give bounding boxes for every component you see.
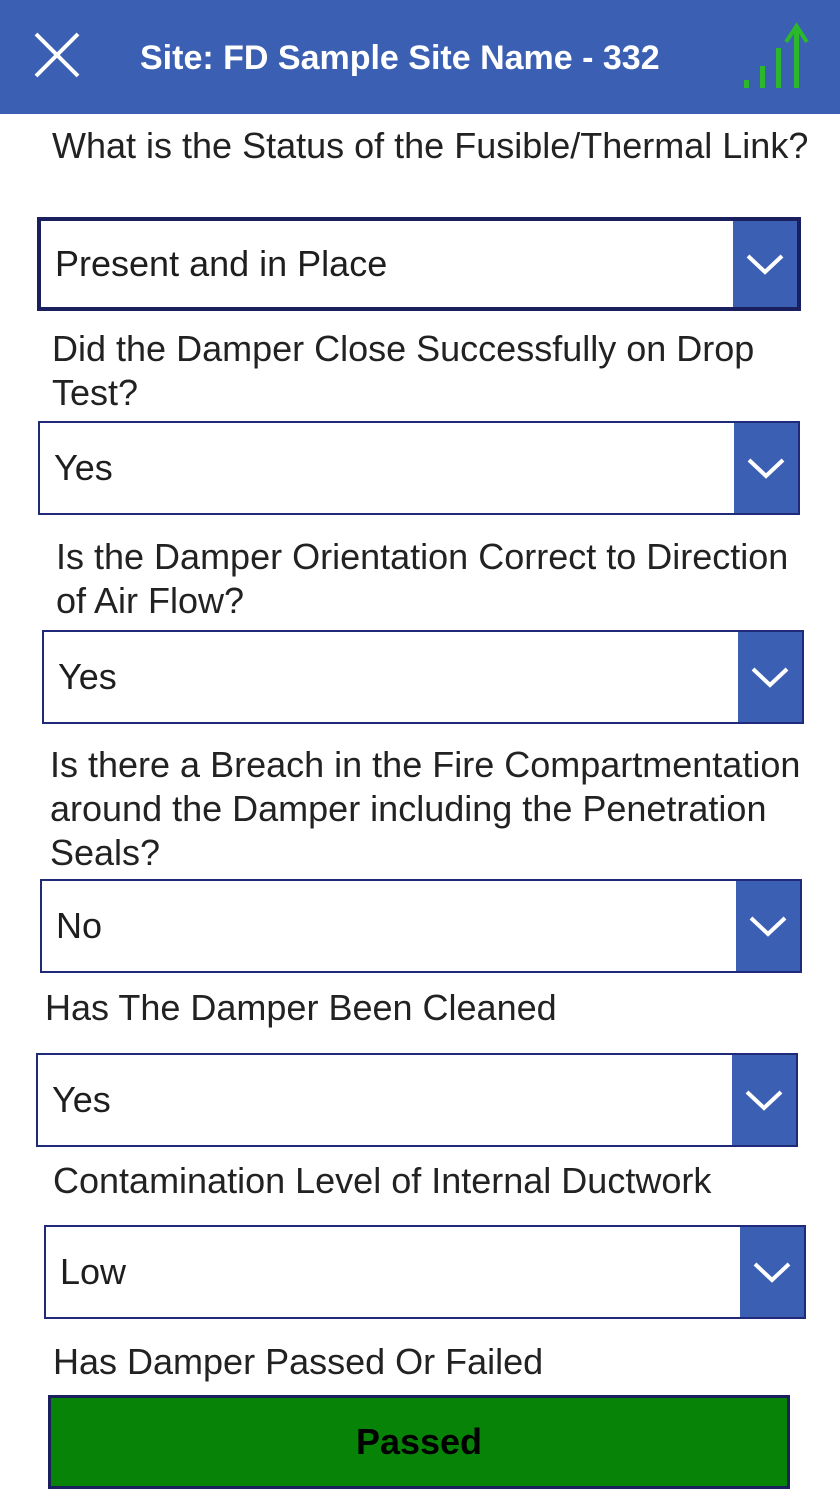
sync-button[interactable] — [738, 20, 822, 92]
chevron-down-icon — [749, 916, 787, 937]
dropdown-value: Low — [60, 1251, 127, 1292]
fusible-link-status-dropdown[interactable]: Present and in Place — [37, 217, 801, 311]
question-drop-test-label: Did the Damper Close Successfully on Dro… — [52, 328, 755, 413]
dropdown-toggle[interactable] — [736, 881, 800, 971]
drop-test-dropdown[interactable]: Yes — [38, 421, 800, 515]
close-button[interactable] — [30, 28, 84, 82]
dropdown-value: Yes — [54, 447, 113, 488]
signal-upload-icon — [744, 22, 809, 88]
close-icon — [34, 32, 80, 78]
question-orientation-label: Is the Damper Orientation Correct to Dir… — [56, 536, 789, 621]
chevron-down-icon — [746, 254, 784, 275]
dropdown-value: Present and in Place — [55, 243, 388, 284]
dropdown-value: Yes — [58, 656, 117, 697]
pass-fail-button[interactable]: Passed — [48, 1395, 790, 1489]
chevron-down-icon — [747, 458, 785, 479]
question-contamination-label: Contamination Level of Internal Ductwork — [53, 1160, 712, 1201]
breach-dropdown[interactable]: No — [40, 879, 802, 973]
question-breach-label: Is there a Breach in the Fire Compartmen… — [50, 744, 801, 873]
question-fusible-link-label: What is the Status of the Fusible/Therma… — [52, 125, 809, 166]
dropdown-value: No — [56, 905, 103, 946]
question-cleaned-label: Has The Damper Been Cleaned — [45, 987, 557, 1028]
dropdown-value: Yes — [52, 1079, 111, 1120]
dropdown-toggle[interactable] — [740, 1227, 804, 1317]
app-header: Site: FD Sample Site Name - 332 — [0, 0, 840, 114]
orientation-dropdown[interactable]: Yes — [42, 630, 804, 724]
page-title: Site: FD Sample Site Name - 332 — [140, 39, 660, 77]
cleaned-dropdown[interactable]: Yes — [36, 1053, 798, 1147]
chevron-down-icon — [753, 1262, 791, 1283]
result-label: Has Damper Passed Or Failed — [53, 1341, 544, 1382]
chevron-down-icon — [751, 667, 789, 688]
contamination-dropdown[interactable]: Low — [44, 1225, 806, 1319]
dropdown-toggle[interactable] — [733, 221, 797, 307]
dropdown-toggle[interactable] — [732, 1055, 796, 1145]
dropdown-toggle[interactable] — [738, 632, 802, 722]
dropdown-toggle[interactable] — [734, 423, 798, 513]
chevron-down-icon — [745, 1090, 783, 1111]
